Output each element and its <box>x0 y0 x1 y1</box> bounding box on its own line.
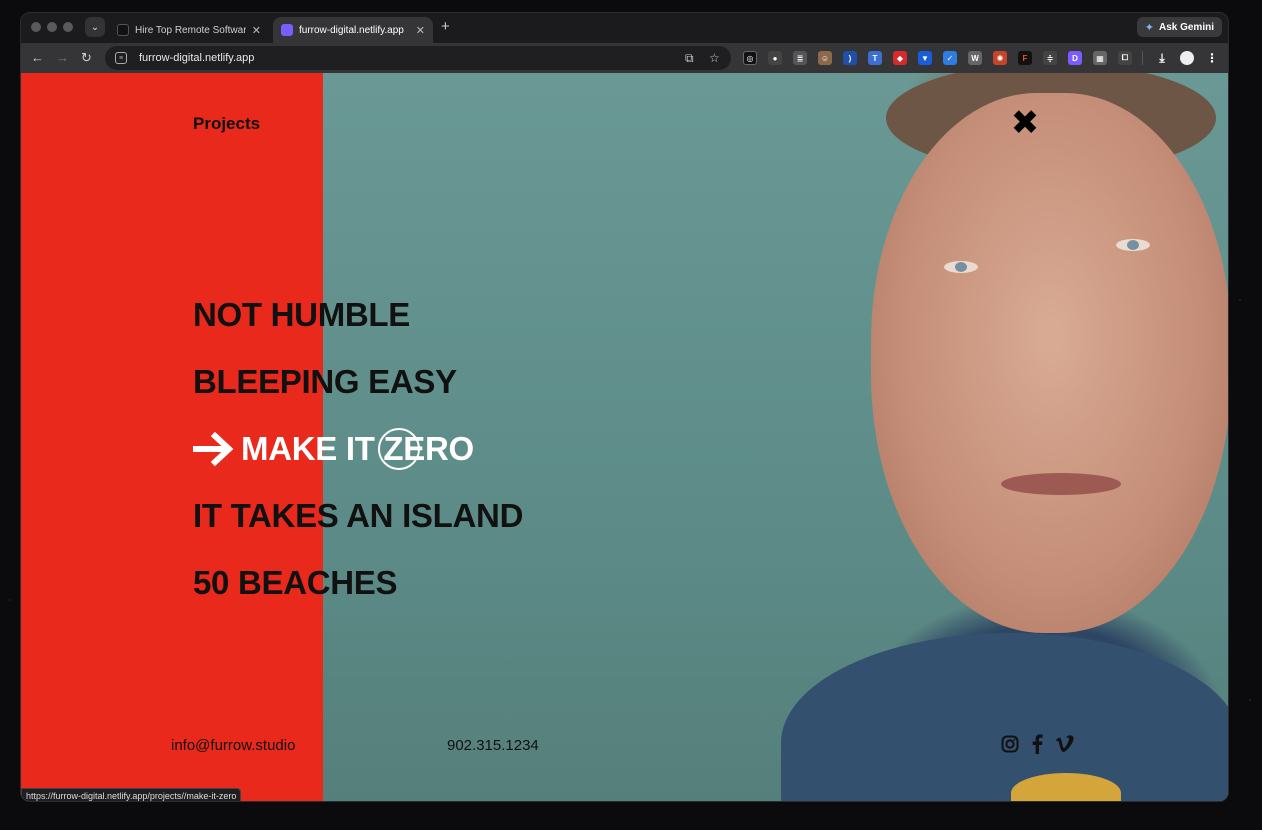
reload-icon[interactable]: ↻ <box>81 50 92 66</box>
status-bar-url: https://furrow-digital.netlify.app/proje… <box>21 788 242 801</box>
hero-photo-mouth <box>1001 473 1121 495</box>
close-menu-icon[interactable]: ✖ <box>1010 106 1040 140</box>
toptal-favicon-icon <box>117 24 129 36</box>
maximize-window-button[interactable] <box>63 22 73 32</box>
more-menu-icon[interactable]: ⋮ <box>1205 51 1219 65</box>
forward-arrow-icon[interactable]: → <box>56 50 69 66</box>
grid-icon[interactable]: ▦ <box>1093 51 1107 65</box>
minimize-window-button[interactable] <box>47 22 57 32</box>
new-tab-button[interactable]: + <box>441 19 450 34</box>
menu-item-label: BLEEPING EASY <box>193 362 457 400</box>
phone-link[interactable]: 902.315.1234 <box>447 737 539 754</box>
tab-search-button[interactable]: ⌄ <box>85 17 105 37</box>
close-tab-icon[interactable]: ✕ <box>252 24 261 37</box>
tab-title: Hire Top Remote Software De <box>135 24 246 36</box>
projects-label: Projects <box>193 114 261 133</box>
figma-icon[interactable]: F <box>1018 51 1032 65</box>
hero-photo-eye <box>1116 239 1150 251</box>
page-viewport: Projects ✖ NOT HUMBLE BLEEPING EASY MAKE… <box>21 73 1228 801</box>
red-shield-icon[interactable]: ◆ <box>893 51 907 65</box>
ask-gemini-button[interactable]: ✦ Ask Gemini <box>1136 17 1222 37</box>
toolbar-divider <box>1142 51 1143 65</box>
address-bar[interactable]: ≡ furrow-digital.netlify.app ⧉ ☆ <box>105 46 731 70</box>
burst-icon[interactable]: ✺ <box>993 51 1007 65</box>
hero-photo-face <box>871 93 1228 633</box>
chatgpt-icon[interactable]: ◎ <box>743 51 757 65</box>
email-link[interactable]: info@furrow.studio <box>171 737 295 754</box>
monkey-icon[interactable]: ☺ <box>818 51 832 65</box>
browser-window: ⌄ Hire Top Remote Software De ✕ furrow-d… <box>20 12 1229 802</box>
facebook-icon[interactable] <box>1026 733 1048 755</box>
menu-item-not-humble[interactable]: NOT HUMBLE <box>193 281 523 348</box>
browser-toolbar: ← → ↻ ≡ furrow-digital.netlify.app ⧉ ☆ ◎… <box>21 43 1228 73</box>
tab-hire-developers[interactable]: Hire Top Remote Software De ✕ <box>109 17 269 43</box>
menu-item-label: MAKE IT ZERO <box>241 429 474 467</box>
chevron-down-icon: ⌄ <box>90 21 100 33</box>
menu-item-label: 50 BEACHES <box>193 563 398 601</box>
bitwarden-icon[interactable]: ▼ <box>918 51 932 65</box>
d-icon[interactable]: D <box>1068 51 1082 65</box>
check-icon[interactable]: ✓ <box>943 51 957 65</box>
right-arrow-icon <box>193 431 234 466</box>
bookmark-star-icon[interactable]: ☆ <box>709 51 720 65</box>
cursor-ring <box>378 428 420 470</box>
puzzle-icon[interactable]: ⧠ <box>1118 51 1132 65</box>
translate-icon[interactable]: T <box>868 51 882 65</box>
menu-item-50-beaches[interactable]: 50 BEACHES <box>193 549 523 616</box>
vimeo-icon[interactable] <box>1054 733 1076 755</box>
profile-avatar[interactable] <box>1180 51 1194 65</box>
menu-item-it-takes-an-island[interactable]: IT TAKES AN ISLAND <box>193 482 523 549</box>
netlify-favicon-icon <box>281 24 293 36</box>
menu-item-make-it-zero[interactable]: MAKE IT ZERO <box>193 415 523 482</box>
toggle-icon[interactable]: ● <box>768 51 782 65</box>
gemini-spark-icon: ✦ <box>1144 21 1154 34</box>
tab-strip: ⌄ Hire Top Remote Software De ✕ furrow-d… <box>21 13 1228 43</box>
tab-furrow-digital[interactable]: furrow-digital.netlify.app ✕ <box>273 17 433 43</box>
reader-icon[interactable]: ≣ <box>793 51 807 65</box>
projects-menu: NOT HUMBLE BLEEPING EASY MAKE IT ZERO IT… <box>193 281 523 616</box>
menu-item-label: IT TAKES AN ISLAND <box>193 496 524 534</box>
install-app-icon[interactable]: ⧉ <box>685 51 694 66</box>
close-window-button[interactable] <box>31 22 41 32</box>
hero-photo-eye <box>944 261 978 273</box>
menu-item-bleeping-easy[interactable]: BLEEPING EASY <box>193 348 523 415</box>
tab-title: furrow-digital.netlify.app <box>299 24 404 36</box>
ruler-icon[interactable]: ≑ <box>1043 51 1057 65</box>
wave-icon[interactable]: ) <box>843 51 857 65</box>
close-tab-icon[interactable]: ✕ <box>416 24 425 37</box>
download-icon[interactable]: ⤓ <box>1155 51 1169 65</box>
back-arrow-icon[interactable]: ← <box>31 50 44 66</box>
ask-gemini-label: Ask Gemini <box>1158 21 1214 33</box>
menu-item-label: NOT HUMBLE <box>193 295 410 333</box>
instagram-icon[interactable] <box>999 733 1021 755</box>
url-text[interactable]: furrow-digital.netlify.app <box>139 52 254 64</box>
wordpress-icon[interactable]: W <box>968 51 982 65</box>
site-settings-icon[interactable]: ≡ <box>115 52 127 64</box>
